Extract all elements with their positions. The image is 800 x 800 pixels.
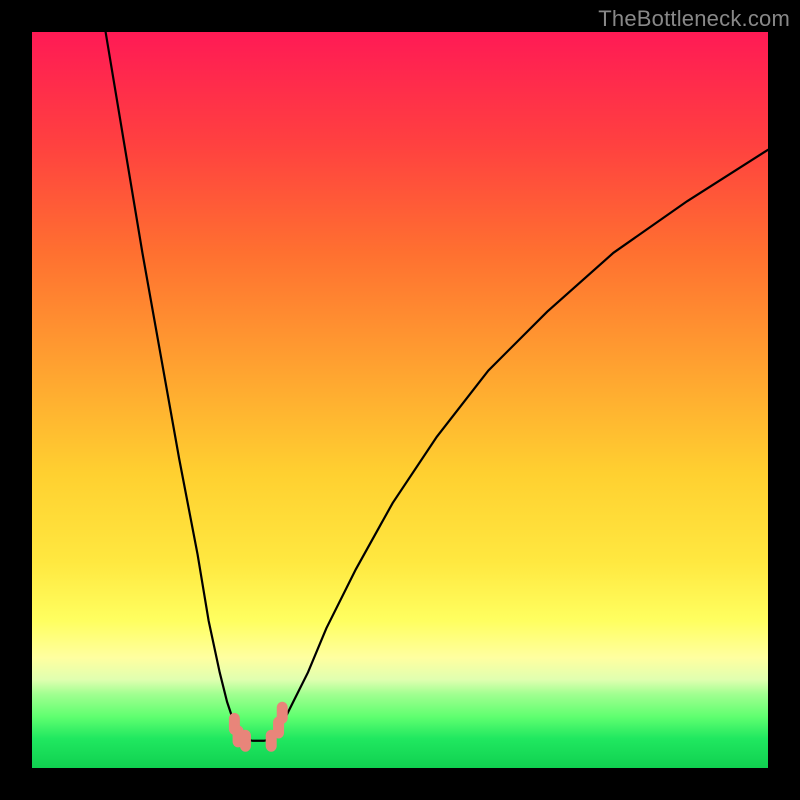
watermark-text: TheBottleneck.com — [598, 6, 790, 32]
plot-area — [32, 32, 768, 768]
marker-point — [240, 730, 251, 752]
chart-frame: TheBottleneck.com — [0, 0, 800, 800]
marker-point — [277, 702, 288, 724]
curve-right-branch — [275, 150, 768, 739]
marker-group — [229, 702, 288, 752]
curve-left-branch — [106, 32, 242, 739]
curve-layer — [32, 32, 768, 768]
